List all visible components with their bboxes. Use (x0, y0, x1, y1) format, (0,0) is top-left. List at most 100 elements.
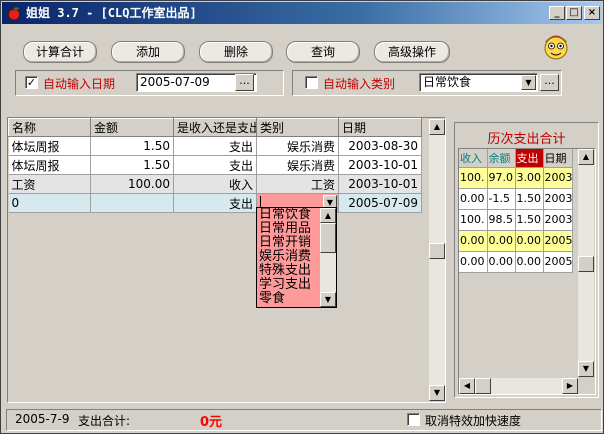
cell-category[interactable]: 娱乐消费 (256, 136, 339, 156)
auto-category-checkbox[interactable] (305, 76, 318, 89)
summary-cell[interactable]: 0.00 (515, 230, 544, 252)
table-row[interactable]: 工资 100.00 收入 工资 2003-10-01 (8, 174, 422, 194)
summary-hscroll[interactable]: ◀ ▶ (459, 378, 578, 394)
minimize-button[interactable]: _ (549, 6, 565, 20)
scroll-up-icon[interactable]: ▲ (429, 119, 445, 135)
summary-cell[interactable]: -1.5 (487, 188, 516, 210)
summary-cell[interactable]: 100. (459, 167, 488, 189)
summary-cell[interactable]: 98.5 (487, 209, 516, 231)
cell-date[interactable]: 2005-07-09 (338, 193, 422, 213)
cell-amount[interactable]: 100.00 (90, 174, 174, 194)
cell-category[interactable]: 娱乐消费 (256, 155, 339, 175)
summary-row[interactable]: 0.00 0.00 0.00 2005 (459, 251, 573, 273)
main-window: 姐姐 3.7 - [CLQ工作室出品] _ □ × 计算合计 添加 删除 查询 … (0, 0, 604, 434)
summary-column-header[interactable]: 收入 (459, 149, 488, 168)
summary-cell[interactable]: 0.00 (459, 251, 488, 273)
scroll-down-icon[interactable]: ▼ (578, 361, 594, 377)
chevron-down-icon[interactable]: ▼ (521, 75, 536, 90)
cell-date[interactable]: 2003-10-01 (338, 155, 422, 175)
summary-column-header[interactable]: 支出 (515, 149, 544, 168)
cell-category[interactable]: 工资 (256, 174, 339, 194)
summary-cell[interactable]: 2003 (543, 188, 573, 210)
summary-cell[interactable]: 2005 (543, 230, 573, 252)
summary-row[interactable]: 0.00 0.00 0.00 2005 (459, 230, 573, 252)
cell-amount[interactable]: 1.50 (90, 136, 174, 156)
advanced-button[interactable]: 高级操作 (374, 41, 450, 63)
summary-cell[interactable]: 2005 (543, 251, 573, 273)
date-browse-button[interactable]: ... (235, 74, 254, 91)
auto-date-label: 自动输入日期 (43, 77, 116, 91)
scroll-thumb[interactable] (475, 378, 491, 394)
summary-cell[interactable]: 1.50 (515, 209, 544, 231)
calc-total-button[interactable]: 计算合计 (23, 41, 97, 63)
auto-date-checkbox[interactable]: ✓ (25, 76, 38, 89)
category-browse-button[interactable]: ... (540, 74, 559, 91)
speed-label: 取消特效加快速度 (425, 414, 522, 428)
table-row-selected[interactable]: 0 支出 ▼ 2005-07-09 (8, 193, 422, 213)
summary-column-header[interactable]: 日期 (543, 149, 573, 168)
summary-cell[interactable]: 0.00 (515, 251, 544, 273)
scroll-right-icon[interactable]: ▶ (562, 378, 578, 394)
column-header[interactable]: 是收入还是支出 (173, 118, 257, 137)
cell-type[interactable]: 支出 (173, 155, 257, 175)
summary-cell[interactable]: 3.00 (515, 167, 544, 189)
summary-cell[interactable]: 2003 (543, 167, 573, 189)
grid-scrollbar[interactable]: ▲ ▼ (429, 119, 445, 401)
summary-row[interactable]: 100. 98.5 1.50 2003 (459, 209, 573, 231)
summary-grid[interactable]: 收入 余额 支出 日期 100. 97.0 3.00 2003 0.00 -1.… (458, 148, 596, 395)
cartoon-face-icon (544, 35, 568, 60)
summary-cell[interactable]: 0.00 (459, 230, 488, 252)
maximize-button[interactable]: □ (566, 6, 582, 20)
summary-cell[interactable]: 0.00 (459, 188, 488, 210)
scroll-thumb[interactable] (320, 223, 336, 253)
cell-name[interactable]: 体坛周报 (8, 155, 91, 175)
cell-type[interactable]: 收入 (173, 174, 257, 194)
summary-column-header[interactable]: 余额 (487, 149, 516, 168)
cell-name[interactable]: 工资 (8, 174, 91, 194)
summary-cell[interactable]: 0.00 (487, 251, 516, 273)
delete-button[interactable]: 删除 (199, 41, 273, 63)
scroll-left-icon[interactable]: ◀ (459, 378, 475, 394)
cell-name[interactable]: 体坛周报 (8, 136, 91, 156)
query-button[interactable]: 查询 (286, 41, 360, 63)
summary-cell[interactable]: 0.00 (487, 230, 516, 252)
status-date: 2005-7-9 (15, 412, 70, 426)
scroll-up-icon[interactable]: ▲ (320, 208, 336, 223)
summary-row[interactable]: 100. 97.0 3.00 2003 (459, 167, 573, 189)
summary-row[interactable]: 0.00 -1.5 1.50 2003 (459, 188, 573, 210)
summary-cell[interactable]: 100. (459, 209, 488, 231)
close-button[interactable]: × (584, 6, 600, 20)
summary-cell[interactable]: 97.0 (487, 167, 516, 189)
category-dropdown-list[interactable]: 日常饮食 日常用品 日常开销 娱乐消费 特殊支出 学习支出 零食 ▲ ▼ (256, 207, 337, 308)
dropdown-scrollbar[interactable]: ▲ ▼ (320, 208, 336, 307)
summary-cell[interactable]: 2003 (543, 209, 573, 231)
scroll-down-icon[interactable]: ▼ (320, 292, 336, 307)
cell-type[interactable]: 支出 (173, 136, 257, 156)
cell-amount[interactable]: 1.50 (90, 155, 174, 175)
cell-type[interactable]: 支出 (173, 193, 257, 213)
scroll-thumb[interactable] (429, 243, 445, 259)
cell-date[interactable]: 2003-10-01 (338, 174, 422, 194)
summary-vscroll[interactable]: ▲ ▼ (578, 149, 594, 377)
table-row[interactable]: 体坛周报 1.50 支出 娱乐消费 2003-08-30 (8, 136, 422, 156)
column-header[interactable]: 类别 (256, 118, 339, 137)
summary-header-row: 收入 余额 支出 日期 (459, 149, 573, 168)
status-bar: 2005-7-9 支出合计: 0元 取消特效加快速度 (2, 406, 602, 433)
red-apple-icon[interactable] (6, 5, 22, 21)
scroll-up-icon[interactable]: ▲ (578, 149, 594, 165)
column-header[interactable]: 名称 (8, 118, 91, 137)
scroll-down-icon[interactable]: ▼ (429, 385, 445, 401)
add-button[interactable]: 添加 (111, 41, 185, 63)
summary-cell[interactable]: 1.50 (515, 188, 544, 210)
speed-checkbox[interactable] (407, 413, 420, 426)
cell-amount[interactable] (90, 193, 174, 213)
scroll-thumb[interactable] (578, 256, 594, 272)
table-row[interactable]: 体坛周报 1.50 支出 娱乐消费 2003-10-01 (8, 155, 422, 175)
title-bar[interactable]: 姐姐 3.7 - [CLQ工作室出品] _ □ × (2, 2, 602, 24)
expense-summary-panel: 历次支出合计 收入 余额 支出 日期 100. 97.0 3.00 2003 0… (454, 122, 599, 398)
column-header[interactable]: 金额 (90, 118, 174, 137)
column-header[interactable]: 日期 (338, 118, 422, 137)
cell-name[interactable]: 0 (8, 193, 91, 213)
records-grid[interactable]: 名称 金额 是收入还是支出 类别 日期 体坛周报 1.50 支出 娱乐消费 20… (7, 117, 446, 403)
cell-date[interactable]: 2003-08-30 (338, 136, 422, 156)
